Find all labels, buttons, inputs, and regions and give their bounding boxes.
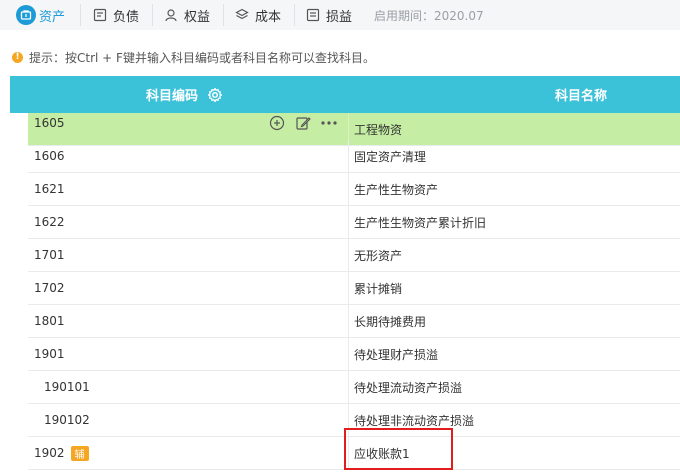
account-name: 待处理财产损溢 xyxy=(354,347,439,362)
tab-divider xyxy=(152,4,153,26)
tab-label: 资产 xyxy=(39,9,66,25)
account-code: 190102 xyxy=(44,413,90,427)
tab-cost[interactable]: 成本 xyxy=(234,0,281,30)
table-row[interactable]: 1622 生产性生物资产累计折旧 xyxy=(28,206,680,239)
tab-label: 成本 xyxy=(255,9,282,25)
account-name: 待处理流动资产损溢 xyxy=(354,380,463,395)
table-row[interactable]: 1606 固定资产清理 xyxy=(28,140,680,173)
header-code-label: 科目编码 xyxy=(146,89,199,104)
table-row[interactable]: 1621 生产性生物资产 xyxy=(28,173,680,206)
tab-liabilities[interactable]: 负债 xyxy=(92,0,139,30)
tab-divider xyxy=(294,4,295,26)
account-code: 1801 xyxy=(34,314,65,328)
profit-loss-icon xyxy=(305,7,321,23)
warning-icon: ! xyxy=(12,51,23,63)
tab-equity[interactable]: 权益 xyxy=(163,0,210,30)
account-name: 累计摊销 xyxy=(354,281,403,296)
cost-icon xyxy=(234,7,250,23)
table-row[interactable]: 190101 待处理流动资产损溢 xyxy=(28,371,680,404)
header-account-code: 科目编码 xyxy=(146,76,223,113)
column-divider xyxy=(348,272,349,305)
table-row[interactable]: 1701 无形资产 xyxy=(28,239,680,272)
tab-label: 损益 xyxy=(326,9,353,25)
table-row[interactable]: 1702 累计摊销 xyxy=(28,272,680,305)
column-divider xyxy=(348,371,349,404)
search-hint: ! 提示：按Ctrl + F键并输入科目编码或者科目名称可以查找科目。 xyxy=(12,47,375,67)
account-code: 1702 xyxy=(34,281,65,295)
table-header: 科目编码 科目名称 xyxy=(10,76,680,113)
equity-icon xyxy=(163,7,179,23)
account-code: 1622 xyxy=(34,215,65,229)
account-code: 1701 xyxy=(34,248,65,262)
more-icon[interactable] xyxy=(320,114,338,132)
category-tab-bar: 资产 负债 权益 成本 损益 启用期间：2020.07 xyxy=(0,0,680,30)
auxiliary-badge: 辅 xyxy=(70,445,89,461)
assets-icon xyxy=(16,5,36,25)
tab-divider xyxy=(223,4,224,26)
account-code: 1605 xyxy=(34,116,65,130)
account-code: 1606 xyxy=(34,149,65,163)
tab-profit-loss[interactable]: 损益 xyxy=(305,0,352,30)
account-name: 生产性生物资产累计折旧 xyxy=(354,215,487,230)
column-divider xyxy=(348,239,349,272)
liabilities-icon xyxy=(92,7,108,23)
edit-icon[interactable] xyxy=(294,114,312,132)
column-divider xyxy=(348,206,349,239)
tab-divider xyxy=(80,4,81,26)
header-account-name: 科目名称 xyxy=(555,89,608,104)
account-name: 长期待摊费用 xyxy=(354,314,427,329)
add-icon[interactable] xyxy=(268,114,286,132)
account-code-cell: 1902 辅 xyxy=(34,437,89,469)
column-divider xyxy=(348,173,349,206)
hint-text: 提示：按Ctrl + F键并输入科目编码或者科目名称可以查找科目。 xyxy=(29,50,375,65)
tab-label: 权益 xyxy=(184,9,211,25)
column-divider xyxy=(348,305,349,338)
enable-period: 启用期间：2020.07 xyxy=(374,8,484,23)
account-code: 190101 xyxy=(44,380,90,394)
account-code: 1621 xyxy=(34,182,65,196)
account-name: 生产性生物资产 xyxy=(354,182,439,197)
column-divider xyxy=(348,338,349,371)
table-row[interactable]: 1801 长期待摊费用 xyxy=(28,305,680,338)
table-row[interactable]: 1901 待处理财产损溢 xyxy=(28,338,680,371)
tab-assets[interactable]: 资产 xyxy=(16,0,65,30)
column-divider xyxy=(348,140,349,173)
account-name: 无形资产 xyxy=(354,248,403,263)
account-code: 1901 xyxy=(34,347,65,361)
tab-label: 负债 xyxy=(113,9,140,25)
account-name: 固定资产清理 xyxy=(354,149,427,164)
highlight-annotation-box xyxy=(344,428,453,470)
row-actions xyxy=(268,113,338,133)
account-code: 1902 xyxy=(34,446,65,460)
gear-icon[interactable] xyxy=(207,87,223,103)
